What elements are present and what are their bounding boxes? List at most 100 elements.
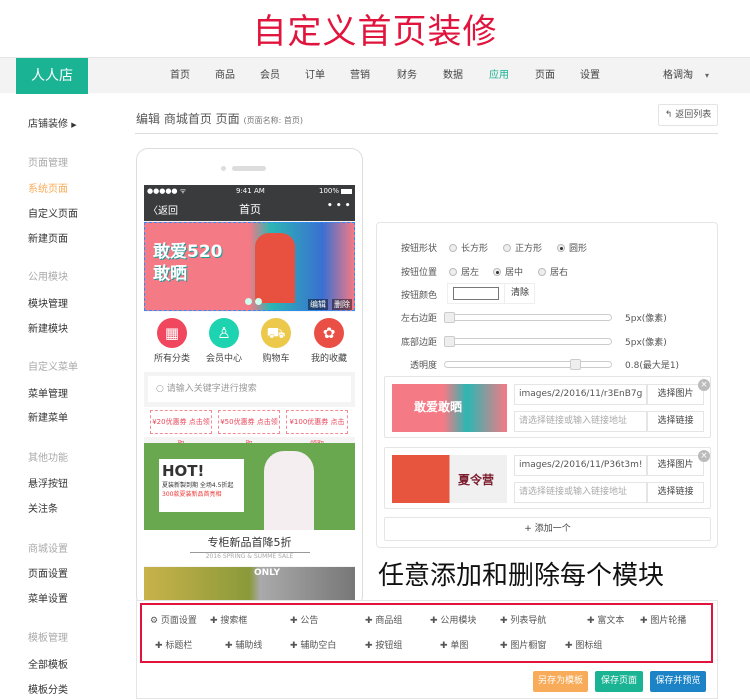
add-module-button[interactable]: ✚ 公用模块 — [430, 613, 476, 626]
color-swatch[interactable] — [453, 287, 499, 300]
nav-finance[interactable]: 财务 — [397, 58, 417, 94]
radio-circle[interactable]: 圆形 — [557, 241, 587, 254]
color-label: 按钮颜色 — [400, 291, 437, 301]
image-path-input[interactable]: images/2/2016/11/r3EnB7g — [514, 384, 647, 405]
add-module-button[interactable]: ✚ 按钮组 — [365, 638, 402, 651]
add-module-button[interactable]: ✚ 图片轮播 — [640, 613, 686, 626]
opacity-slider[interactable] — [444, 359, 612, 370]
save-as-template-button[interactable]: 另存为模板 — [533, 671, 588, 692]
add-module-button[interactable]: ✚ 图片橱窗 — [500, 638, 546, 651]
sidebar-item-template-categories[interactable]: 模板分类 — [28, 681, 68, 696]
add-module-button[interactable]: ✚ 单图 — [440, 638, 468, 651]
add-module-button[interactable]: ✚ 辅助空白 — [290, 638, 336, 651]
close-icon[interactable]: × — [698, 379, 710, 391]
radio-center[interactable]: 居中 — [493, 265, 523, 278]
add-module-button[interactable]: ✚ 富文本 — [587, 613, 624, 626]
hot-line: 300款夏装新品首亮相 — [162, 491, 222, 498]
choose-image-button[interactable]: 选择图片 — [647, 384, 704, 405]
nav-apps[interactable]: 应用 — [489, 58, 509, 94]
member-icon[interactable]: ♙ — [209, 318, 239, 348]
nav-members[interactable]: 会员 — [260, 58, 280, 94]
camera-dot — [221, 166, 226, 171]
sidebar-item-follow-bar[interactable]: 关注条 — [28, 500, 58, 515]
icon-label[interactable]: 所有分类 — [146, 351, 198, 364]
nav-marketing[interactable]: 营销 — [350, 58, 370, 94]
sidebar-group-title: 商城设置 — [28, 544, 68, 555]
radio-square[interactable]: 正方形 — [503, 241, 542, 254]
save-page-button[interactable]: 保存页面 — [595, 671, 643, 692]
margin-lr-slider[interactable] — [444, 312, 612, 323]
choose-link-button[interactable]: 选择链接 — [647, 411, 704, 432]
slider-thumb[interactable] — [444, 336, 455, 347]
brand-banner[interactable]: ONLY — [144, 567, 355, 600]
chevron-down-icon[interactable]: ▾ — [705, 58, 709, 94]
close-icon[interactable]: × — [698, 450, 710, 462]
radio-rectangle[interactable]: 长方形 — [449, 241, 488, 254]
add-module-button[interactable]: ✚ 辅助线 — [225, 638, 262, 651]
opacity-label: 透明度 — [409, 361, 437, 371]
back-to-list-button[interactable]: ↰ 返回列表 — [658, 104, 718, 126]
nav-goods[interactable]: 商品 — [215, 58, 235, 94]
slider-thumb[interactable] — [569, 359, 581, 370]
add-module-button[interactable]: ⚙ 页面设置 — [150, 613, 197, 626]
choose-image-button[interactable]: 选择图片 — [647, 455, 704, 476]
sidebar-item-modules[interactable]: 模块管理 — [28, 295, 68, 310]
carousel-dot[interactable] — [255, 298, 262, 305]
phone-search-box[interactable]: ○ 请输入关键字进行搜索 — [148, 376, 351, 402]
nav-orders[interactable]: 订单 — [305, 58, 325, 94]
margin-bottom-slider[interactable] — [444, 336, 612, 347]
nav-data[interactable]: 数据 — [443, 58, 463, 94]
position-label: 按钮位置 — [400, 268, 437, 278]
sidebar-item-float-button[interactable]: 悬浮按钮 — [28, 475, 68, 490]
signal-icon: ●●●●● ᯤ — [147, 187, 187, 195]
sidebar-item-new-menu[interactable]: 新建菜单 — [28, 409, 68, 424]
coupon[interactable]: ¥50优惠券 点击领取 — [218, 410, 280, 448]
icon-label[interactable]: 购物车 — [250, 351, 302, 364]
link-input[interactable]: 请选择链接或输入链接地址 — [514, 411, 647, 432]
nav-home[interactable]: 首页 — [170, 58, 190, 94]
link-input[interactable]: 请选择链接或输入链接地址 — [514, 482, 647, 503]
sidebar-item-new-module[interactable]: 新建模块 — [28, 320, 68, 335]
category-icon[interactable]: ▦ — [157, 318, 187, 348]
radio-right[interactable]: 居右 — [538, 265, 568, 278]
sidebar-item-new-page[interactable]: 新建页面 — [28, 230, 68, 245]
radio-left[interactable]: 居左 — [449, 265, 479, 278]
hot-title: HOT! — [162, 462, 205, 480]
icon-label[interactable]: 我的收藏 — [303, 351, 355, 364]
carousel-banner[interactable]: 敢爱520 敢晒 编辑 删除 — [144, 222, 355, 311]
add-module-button[interactable]: ✚ 标题栏 — [155, 638, 192, 651]
banner-edit-button[interactable]: 编辑 — [308, 299, 328, 310]
add-module-button[interactable]: ✚ 公告 — [290, 613, 318, 626]
add-module-button[interactable]: ✚ 列表导航 — [500, 613, 546, 626]
add-item-button[interactable]: + 添加一个 — [384, 517, 711, 541]
coupon[interactable]: ¥100优惠券 点击领取 — [286, 410, 348, 448]
hot-banner[interactable]: HOT! 夏装新製到期 全场4.5折起 300款夏装新品首亮相 — [144, 443, 355, 530]
carousel-dot[interactable] — [245, 298, 252, 305]
sidebar-item-page-settings[interactable]: 页面设置 — [28, 565, 68, 580]
nav-settings[interactable]: 设置 — [580, 58, 600, 94]
cart-icon[interactable]: ⛟ — [261, 318, 291, 348]
clear-color-button[interactable]: 清除 — [504, 284, 535, 303]
favorites-icon[interactable]: ✿ — [314, 318, 344, 348]
choose-link-button[interactable]: 选择链接 — [647, 482, 704, 503]
add-module-button[interactable]: ✚ 图标组 — [565, 638, 602, 651]
user-menu[interactable]: 格调淘 — [663, 58, 693, 94]
sidebar-item-custom-pages[interactable]: 自定义页面 — [28, 205, 78, 220]
sidebar-item-all-templates[interactable]: 全部模板 — [28, 656, 68, 671]
coupon[interactable]: ¥20优惠券 点击领取 — [150, 410, 212, 448]
sidebar-item-menu-settings[interactable]: 菜单设置 — [28, 590, 68, 605]
slider-thumb[interactable] — [444, 312, 455, 323]
logo[interactable]: 人人店 — [16, 58, 88, 94]
save-preview-button[interactable]: 保存并预览 — [650, 671, 706, 692]
image-path-input[interactable]: images/2/2016/11/P36t3m! — [514, 455, 647, 476]
banner-delete-button[interactable]: 删除 — [332, 299, 352, 310]
add-module-button[interactable]: ✚ 搜索框 — [210, 613, 247, 626]
add-module-button[interactable]: ✚ 商品组 — [365, 613, 402, 626]
sidebar-item-system-pages[interactable]: 系统页面 — [28, 180, 68, 195]
phone-back[interactable]: 〈返回 — [148, 202, 178, 217]
icon-label[interactable]: 会员中心 — [198, 351, 250, 364]
sidebar-store-decoration[interactable]: 店铺装修 ▶ — [28, 115, 77, 130]
more-icon[interactable]: • • • — [327, 201, 351, 211]
sidebar-item-menus[interactable]: 菜单管理 — [28, 385, 68, 400]
nav-pages[interactable]: 页面 — [535, 58, 555, 94]
